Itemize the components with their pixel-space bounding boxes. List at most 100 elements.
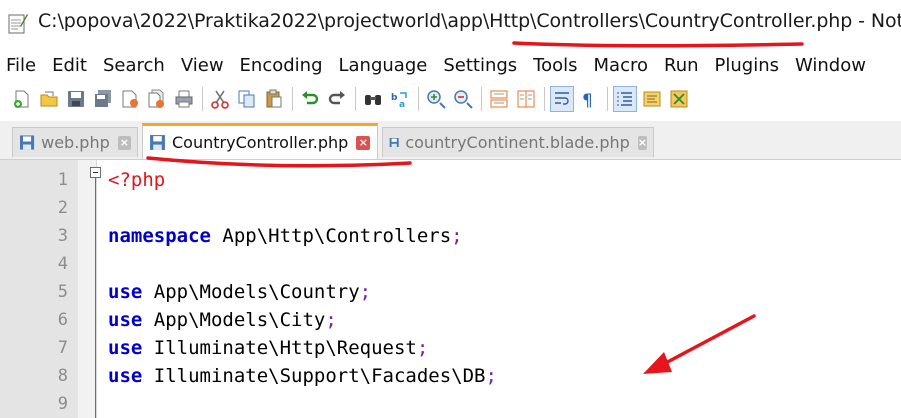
identifier: App\Http\Controllers (210, 225, 452, 247)
tab-label: web.php (41, 133, 110, 152)
undo-icon[interactable] (298, 86, 322, 112)
open-file-icon[interactable] (37, 86, 61, 112)
save-icon[interactable] (64, 86, 88, 112)
redo-icon[interactable] (325, 86, 349, 112)
tab-web-php[interactable]: web.php × (12, 127, 138, 157)
tab-country-continent-blade[interactable]: countryContinent.blade.php × (382, 127, 654, 157)
tab-label: countryContinent.blade.php (405, 133, 630, 152)
line-number: 7 (57, 338, 68, 358)
code-text: use App\Models\Country; (108, 278, 371, 306)
copy-icon[interactable] (235, 86, 259, 112)
keyword: use (108, 337, 143, 359)
toolbar-separator (202, 87, 203, 111)
line-number: 6 (57, 310, 68, 330)
toolbar-separator (607, 87, 608, 111)
toolbar-separator (481, 87, 482, 111)
code-editor[interactable]: 1 <?php 2 3 namespace App\Http\Controlle… (0, 160, 901, 418)
code-text: use Illuminate\Support\Facades\DB; (108, 362, 497, 390)
toolbar-separator (418, 87, 419, 111)
tab-country-controller[interactable]: CountryController.php × (142, 123, 378, 159)
menu-edit[interactable]: Edit (44, 55, 95, 76)
show-all-chars-icon[interactable]: ¶ (577, 86, 601, 112)
line-number: 3 (57, 226, 68, 246)
line-number: 2 (57, 198, 68, 218)
code-text: use App\Models\City; (108, 306, 337, 334)
menu-encoding[interactable]: Encoding (232, 55, 331, 76)
menu-bar: File Edit Search View Encoding Language … (0, 50, 901, 80)
tab-label: CountryController.php (172, 133, 349, 152)
code-line: 1 <?php (0, 166, 901, 194)
code-line: 6 use App\Models\City; (0, 306, 901, 334)
doc-map-icon[interactable] (640, 86, 664, 112)
code-line: 5 use App\Models\Country; (0, 278, 901, 306)
identifier: App\Models\City (142, 309, 326, 331)
tab-bar: web.php × CountryController.php × countr… (0, 121, 901, 160)
semicolon: ; (451, 225, 463, 247)
word-wrap-icon[interactable] (550, 86, 574, 112)
keyword: use (108, 365, 143, 387)
code-text: <?php (108, 166, 165, 194)
zoom-out-icon[interactable] (451, 86, 475, 112)
keyword: use (108, 309, 143, 331)
saved-file-icon (20, 135, 35, 150)
code-line: 9 (0, 390, 901, 418)
window-title: C:\popova\2022\Praktika2022\projectworld… (38, 10, 901, 32)
code-line: 8 use Illuminate\Support\Facades\DB; (0, 362, 901, 390)
code-text: use Illuminate\Http\Request; (108, 334, 428, 362)
close-all-icon[interactable] (145, 86, 169, 112)
zoom-in-icon[interactable] (424, 86, 448, 112)
toolbar-separator (544, 87, 545, 111)
identifier: App\Models\Country (142, 281, 360, 303)
sync-vertical-icon[interactable] (487, 86, 511, 112)
php-open-tag: <?php (108, 169, 166, 191)
saved-file-icon (150, 135, 165, 150)
menu-language[interactable]: Language (331, 55, 436, 76)
tab-close-icon[interactable]: × (356, 135, 371, 150)
menu-settings[interactable]: Settings (435, 55, 525, 76)
menu-window[interactable]: Window (787, 55, 874, 76)
function-list-icon[interactable] (667, 86, 691, 112)
menu-macro[interactable]: Macro (586, 55, 656, 76)
menu-view[interactable]: View (173, 55, 232, 76)
saved-file-icon (389, 137, 399, 148)
title-bar: C:\popova\2022\Praktika2022\projectworld… (0, 0, 901, 46)
svg-text:b: b (391, 93, 398, 103)
svg-text:¶: ¶ (582, 91, 593, 109)
identifier: Illuminate\Support\Facades\DB (142, 365, 486, 387)
find-icon[interactable] (361, 86, 385, 112)
semicolon: ; (416, 337, 429, 359)
line-number: 5 (57, 282, 68, 302)
keyword: use (108, 281, 143, 303)
keyword: namespace (108, 225, 211, 247)
code-line: 2 (0, 194, 901, 222)
identifier: Illuminate\Http\Request (142, 337, 417, 359)
line-number: 4 (57, 254, 68, 274)
code-text: namespace App\Http\Controllers; (108, 222, 463, 250)
notepadpp-window: C:\popova\2022\Praktika2022\projectworld… (0, 0, 901, 418)
toolbar: ba ¶ (0, 82, 901, 116)
menu-tools[interactable]: Tools (525, 55, 585, 76)
svg-text:a: a (399, 100, 405, 109)
tab-close-icon[interactable]: × (637, 135, 647, 150)
code-line: 4 (0, 250, 901, 278)
toolbar-separator (355, 87, 356, 111)
menu-plugins[interactable]: Plugins (707, 55, 787, 76)
code-line: 3 namespace App\Http\Controllers; (0, 222, 901, 250)
paste-icon[interactable] (262, 86, 286, 112)
cut-icon[interactable] (208, 86, 232, 112)
print-icon[interactable] (172, 86, 196, 112)
semicolon: ; (359, 281, 372, 303)
close-icon[interactable] (118, 86, 142, 112)
tab-close-icon[interactable]: × (117, 135, 131, 150)
new-file-icon[interactable] (10, 86, 34, 112)
replace-icon[interactable]: ba (388, 86, 412, 112)
semicolon: ; (485, 365, 497, 387)
indent-guide-icon[interactable] (613, 86, 637, 112)
save-all-icon[interactable] (91, 86, 115, 112)
sync-horizontal-icon[interactable] (514, 86, 538, 112)
line-number: 9 (57, 394, 68, 414)
menu-file[interactable]: File (0, 55, 44, 76)
menu-search[interactable]: Search (95, 55, 173, 76)
line-number: 1 (57, 170, 68, 190)
menu-run[interactable]: Run (656, 55, 707, 76)
